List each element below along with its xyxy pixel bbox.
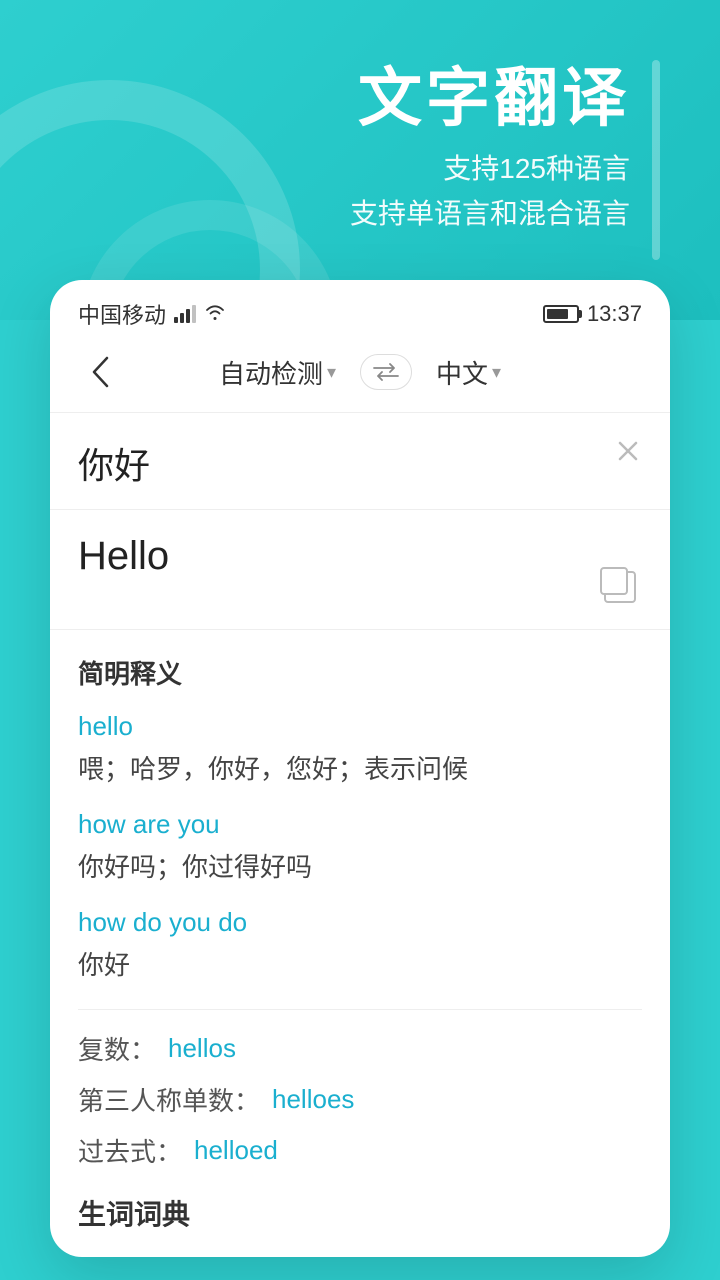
- dict-word-1[interactable]: hello: [78, 711, 642, 742]
- word-forms-section: 复数： hellos 第三人称单数： helloes 过去式： helloed: [78, 1009, 642, 1169]
- word-form-past-value[interactable]: helloed: [194, 1135, 278, 1166]
- battery-icon: [543, 305, 579, 323]
- word-form-third-value[interactable]: helloes: [272, 1084, 354, 1115]
- word-form-third: 第三人称单数： helloes: [78, 1081, 642, 1118]
- word-form-plural: 复数： hellos: [78, 1030, 642, 1067]
- word-form-past: 过去式： helloed: [78, 1132, 642, 1169]
- swap-language-button[interactable]: [360, 354, 412, 390]
- signal-icon: [174, 305, 196, 323]
- dict-entry-3: how do you do 你好: [78, 907, 642, 985]
- page-body: 文字翻译 支持125种语言 支持单语言和混合语言 中国移动: [0, 0, 720, 1280]
- dict-section-title: 简明释义: [78, 654, 642, 691]
- carrier-label: 中国移动: [78, 298, 166, 330]
- dict-word-2[interactable]: how are you: [78, 809, 642, 840]
- back-button[interactable]: [78, 350, 122, 394]
- nav-bar: 自动检测 ▾ 中文 ▾: [50, 340, 670, 413]
- subtitle-line1: 支持125种语言: [350, 147, 630, 192]
- word-form-plural-value[interactable]: hellos: [168, 1033, 236, 1064]
- header-subtitle: 支持125种语言 支持单语言和混合语言: [350, 147, 630, 237]
- source-lang-arrow: ▾: [327, 362, 336, 383]
- result-text: Hello: [78, 534, 642, 579]
- subtitle-line2: 支持单语言和混合语言: [350, 192, 630, 237]
- dict-meaning-2: 你好吗；你过得好吗: [78, 848, 642, 887]
- source-lang-button[interactable]: 自动检测 ▾: [219, 354, 336, 391]
- target-lang-label: 中文: [436, 354, 488, 391]
- source-lang-label: 自动检测: [219, 354, 323, 391]
- language-selector: 自动检测 ▾ 中文 ▾: [219, 354, 501, 391]
- word-form-plural-label: 复数：: [78, 1030, 156, 1067]
- target-lang-arrow: ▾: [492, 362, 501, 383]
- dict-entry-2: how are you 你好吗；你过得好吗: [78, 809, 642, 887]
- dict-word-3[interactable]: how do you do: [78, 907, 642, 938]
- result-area: Hello: [50, 510, 670, 630]
- dict-entry-1: hello 喂；哈罗，你好，您好；表示问候: [78, 711, 642, 789]
- app-card: 中国移动: [50, 280, 670, 1257]
- status-left: 中国移动: [78, 298, 226, 330]
- source-text[interactable]: 你好: [78, 437, 642, 489]
- dictionary-area: 简明释义 hello 喂；哈罗，你好，您好；表示问候 how are you 你…: [50, 630, 670, 1257]
- clear-button[interactable]: [614, 437, 642, 472]
- wifi-icon: [204, 303, 226, 326]
- time-label: 13:37: [587, 301, 642, 327]
- target-lang-button[interactable]: 中文 ▾: [436, 354, 501, 391]
- header-background: 文字翻译 支持125种语言 支持单语言和混合语言: [0, 0, 720, 320]
- header-text: 文字翻译 支持125种语言 支持单语言和混合语言: [350, 60, 630, 236]
- header-title: 文字翻译: [350, 60, 630, 137]
- status-bar: 中国移动: [50, 280, 670, 340]
- dict-meaning-1: 喂；哈罗，你好，您好；表示问候: [78, 750, 642, 789]
- dict-meaning-3: 你好: [78, 946, 642, 985]
- word-form-past-label: 过去式：: [78, 1132, 182, 1169]
- decorative-bar: [652, 60, 660, 260]
- copy-button[interactable]: [598, 565, 642, 609]
- input-area[interactable]: 你好: [50, 413, 670, 510]
- more-section-title: 生词词典: [78, 1183, 642, 1233]
- word-form-third-label: 第三人称单数：: [78, 1081, 260, 1118]
- status-right: 13:37: [543, 301, 642, 327]
- copy-icon: [604, 571, 636, 603]
